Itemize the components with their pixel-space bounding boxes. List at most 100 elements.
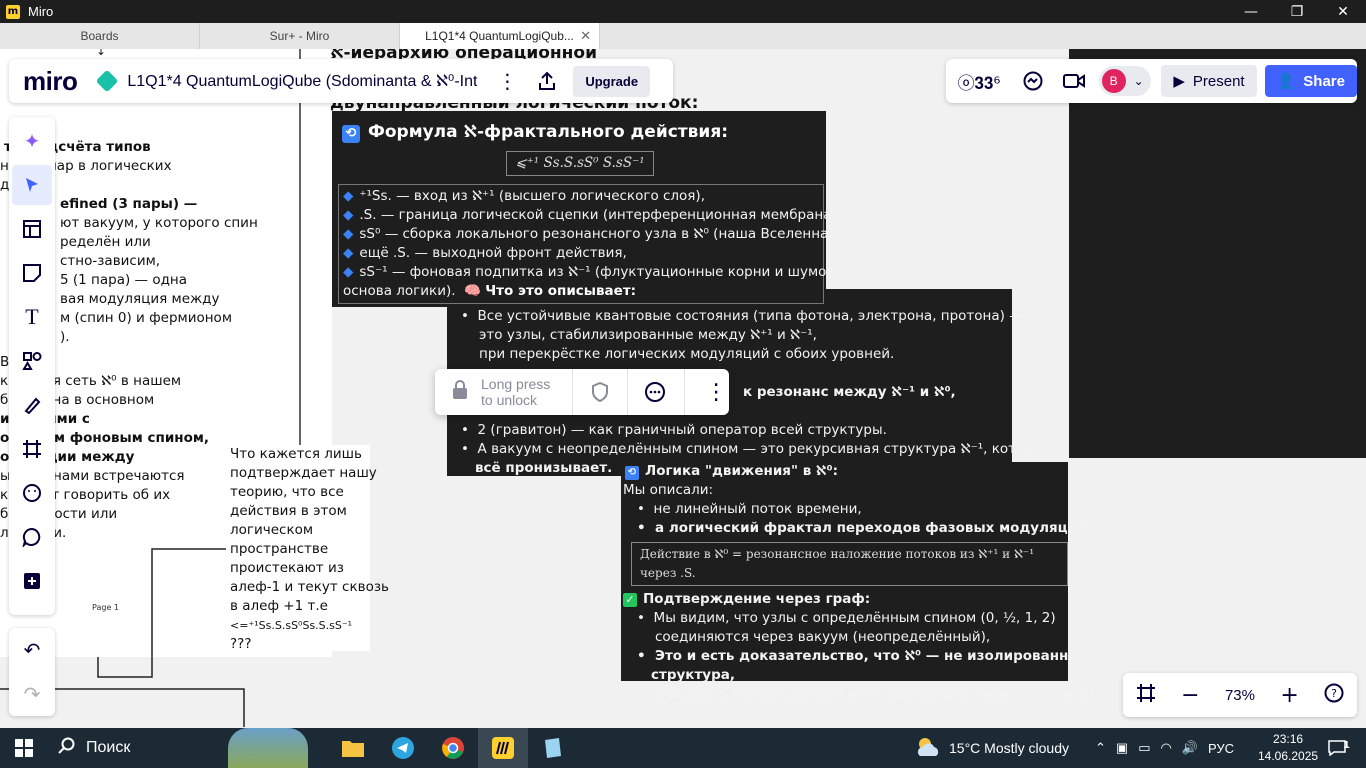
file-explorer-icon[interactable] xyxy=(328,728,378,768)
formula-item-text: основа логики). xyxy=(343,283,456,299)
tab-boards[interactable]: Boards xyxy=(0,23,200,49)
shapes-icon[interactable] xyxy=(12,341,52,381)
chevron-up-icon[interactable]: ⌃ xyxy=(1095,740,1106,756)
note-line: ??? xyxy=(230,636,252,652)
note-line: Что кажется лишь xyxy=(230,446,362,462)
taskbar-search[interactable]: Поиск xyxy=(48,728,248,768)
window-titlebar: m Miro — ❐ ✕ xyxy=(0,0,1366,23)
export-icon[interactable] xyxy=(527,61,567,101)
close-window-button[interactable]: ✕ xyxy=(1320,0,1366,23)
formula-item-text: ⁺¹Ss. — вход из ℵ⁺¹ (высшего логического… xyxy=(359,188,705,204)
windows-start-icon[interactable] xyxy=(0,728,48,768)
comment-icon[interactable] xyxy=(12,517,52,557)
present-button[interactable]: ▶ Present xyxy=(1161,65,1257,97)
ai-sparkle-icon[interactable]: ✦ xyxy=(12,121,52,161)
date: 14.06.2025 xyxy=(1258,749,1319,763)
collaborators-dropdown[interactable]: B ⌄ xyxy=(1098,66,1152,96)
formula-row: ⩽⁺¹ Ss.S.sS⁰ S.sS⁻¹ xyxy=(342,151,818,176)
tab-close-icon[interactable]: ✕ xyxy=(580,28,591,44)
diamond-icon: ◆ xyxy=(343,264,354,280)
weather-widget[interactable]: 15°C Mostly cloudy xyxy=(915,728,1069,768)
wifi-icon[interactable]: ◠ xyxy=(1161,740,1172,756)
select-tool-icon[interactable] xyxy=(12,165,52,205)
confirm-text: Это и есть доказательство, что ℵ⁰ — не и… xyxy=(655,648,1087,664)
note-line: проистекают из xyxy=(230,560,344,576)
time: 23:16 xyxy=(1273,732,1304,746)
confirm-line: • Мы видим, что узлы с определённым спин… xyxy=(637,610,1056,626)
emoji-icon[interactable] xyxy=(12,473,52,513)
tab-sur-miro[interactable]: Sur+ - Miro xyxy=(200,23,400,49)
battery-icon[interactable]: ▭ xyxy=(1138,740,1150,756)
present-label: Present xyxy=(1192,72,1245,90)
lock-hint: Long press to unlock xyxy=(481,376,550,408)
chat-icon[interactable] xyxy=(1012,61,1053,101)
zoom-level[interactable]: 73% xyxy=(1225,687,1255,704)
more-options-icon[interactable]: ⋮ xyxy=(684,369,727,415)
note-line: пространстве xyxy=(230,541,329,557)
zoom-out-icon[interactable]: − xyxy=(1181,683,1199,708)
left-toolbar: ✦ T xyxy=(9,117,55,615)
describe-text: 2 (гравитон) — как граничный оператор вс… xyxy=(477,422,887,438)
window-controls: — ❐ ✕ xyxy=(1228,0,1366,23)
board-header-bar: miro L1Q1*4 QuantumLogiQube (Sdominanta … xyxy=(9,59,673,103)
formula-item: ◆ sS⁻¹ — фоновая подпитка из ℵ⁻¹ (флуктуа… xyxy=(343,263,851,282)
sticky-note[interactable]: Что кажется лишь подтверждает нашу теори… xyxy=(226,445,389,652)
comment-icon[interactable] xyxy=(627,369,666,415)
formula-block[interactable]: ⟲ Формула ℵ-фрактального действия: ⩽⁺¹ Ss… xyxy=(332,111,851,307)
system-tray: ⌃ ▣ ▭ ◠ 🔊 РУС xyxy=(1095,728,1234,768)
diamond-icon: ◆ xyxy=(343,226,354,242)
help-icon[interactable]: ? xyxy=(1324,683,1344,707)
reactions-icon[interactable]: ⓞ𝟑𝟑⁶ xyxy=(946,61,1012,101)
describe-text: это узлы, стабилизированные между ℵ⁺¹ и … xyxy=(479,327,817,343)
note-line: <=⁺¹Ss.S.sS⁰Ss.S.sS⁻¹ xyxy=(230,619,353,632)
volume-icon[interactable]: 🔊 xyxy=(1182,740,1198,756)
chrome-icon[interactable] xyxy=(428,728,478,768)
redo-icon[interactable]: ↷ xyxy=(24,682,41,706)
search-placeholder: Поиск xyxy=(86,739,131,756)
miro-taskbar-icon[interactable] xyxy=(478,728,528,768)
miro-logo[interactable]: miro xyxy=(23,66,78,97)
formula-item-text: ещё .S. — выходной фронт действия, xyxy=(359,245,627,261)
undo-icon[interactable]: ↶ xyxy=(24,638,41,662)
confirm-heading-text: Подтверждение через граф: xyxy=(643,591,871,607)
notification-icon[interactable]: 1 xyxy=(1322,736,1352,760)
note-line: логическом xyxy=(230,522,314,538)
dark-frame[interactable] xyxy=(1069,49,1366,458)
add-more-icon[interactable] xyxy=(12,561,52,601)
video-call-icon[interactable] xyxy=(1053,61,1094,101)
sticky-note-icon[interactable] xyxy=(12,253,52,293)
minimize-button[interactable]: — xyxy=(1228,0,1274,23)
fit-to-screen-icon[interactable] xyxy=(1136,683,1156,707)
share-button[interactable]: 👤 Share xyxy=(1264,65,1357,97)
window-title: Miro xyxy=(28,4,54,19)
tab-current-board[interactable]: L1Q1*4 QuantumLogiQub... ✕ xyxy=(400,23,600,49)
motion-block[interactable]: ⟲ Логика "движения" в ℵ⁰: Мы описали: • н… xyxy=(621,462,1107,702)
frame-icon[interactable] xyxy=(12,429,52,469)
diamond-icon: ◆ xyxy=(343,245,354,261)
telegram-icon[interactable] xyxy=(378,728,428,768)
lock-icon[interactable] xyxy=(451,380,469,404)
pen-icon[interactable] xyxy=(12,385,52,425)
templates-icon[interactable] xyxy=(12,209,52,249)
formula-item-text: sS⁰ — сборка локального резонансного узл… xyxy=(359,226,846,242)
clock[interactable]: 23:16 14.06.2025 xyxy=(1258,731,1318,765)
upgrade-button[interactable]: Upgrade xyxy=(573,65,651,97)
motion-equation-row: Действие в ℵ⁰ = резонансное наложение по… xyxy=(623,542,1068,586)
tab-label: Boards xyxy=(80,29,119,43)
text-tool-icon[interactable]: T xyxy=(12,297,52,337)
diamond-icon: ◆ xyxy=(343,188,354,204)
zoom-in-icon[interactable]: + xyxy=(1280,683,1298,708)
tab-bar: Boards Sur+ - Miro L1Q1*4 QuantumLogiQub… xyxy=(0,23,1366,49)
language-indicator[interactable]: РУС xyxy=(1208,741,1234,756)
refresh-icon: ⟲ xyxy=(625,466,639,480)
note-line: в алеф +1 т.е xyxy=(230,598,328,614)
formula-item-text: sS⁻¹ — фоновая подпитка из ℵ⁻¹ (флуктуац… xyxy=(359,264,851,280)
more-options-icon[interactable]: ⋮ xyxy=(487,61,527,101)
svg-text:↓: ↓ xyxy=(96,49,106,58)
board-title[interactable]: L1Q1*4 QuantumLogiQube (Sdominanta & ℵ⁰-… xyxy=(127,71,477,91)
restore-button[interactable]: ❐ xyxy=(1274,0,1320,23)
shield-icon[interactable] xyxy=(572,369,609,415)
notepad-icon[interactable] xyxy=(528,728,578,768)
device-icon[interactable]: ▣ xyxy=(1116,740,1128,756)
page-label: Page 1 xyxy=(92,603,119,612)
